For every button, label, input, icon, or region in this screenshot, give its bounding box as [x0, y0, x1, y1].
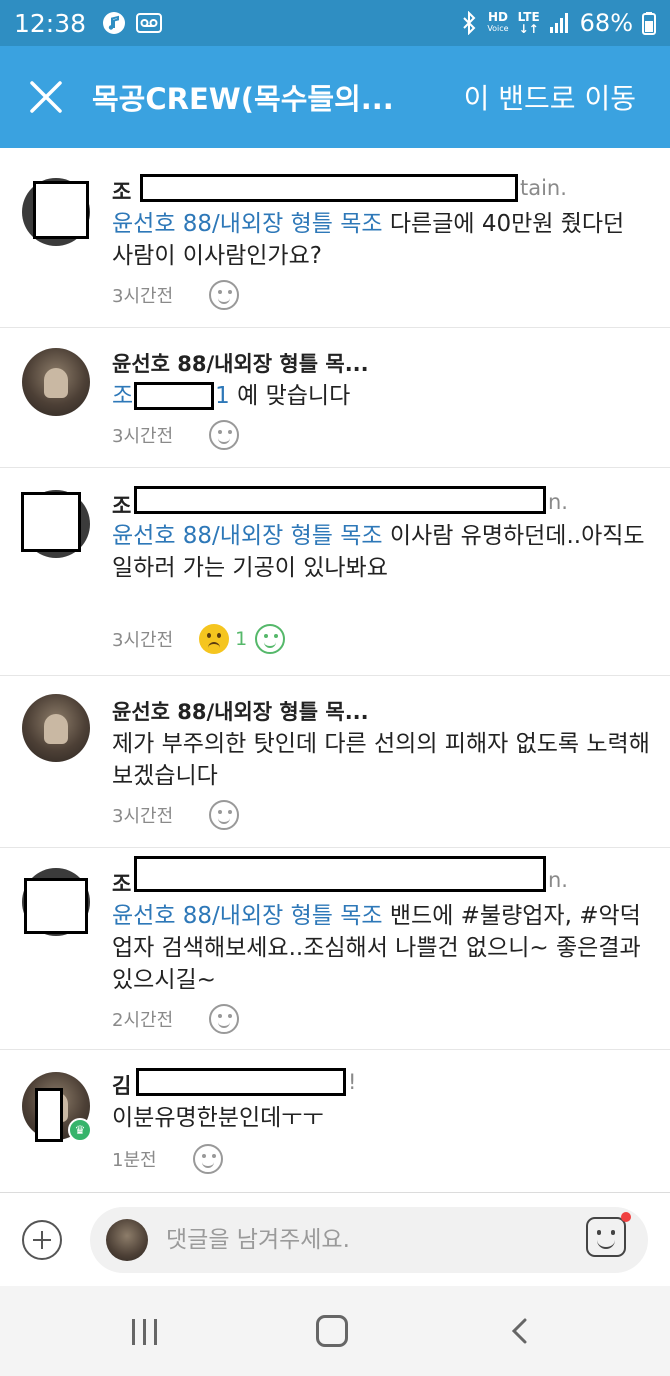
commenter-avatar[interactable]: [22, 694, 90, 762]
battery-icon: [642, 12, 656, 35]
smile-icon[interactable]: [255, 624, 286, 654]
signal-icon: [549, 13, 568, 33]
avatar-redaction: [35, 1088, 63, 1142]
comment-item: ♛ 김 ! 이분유명한분인데ㅜㅜ 1분전: [0, 1050, 670, 1192]
avatar-redaction: [24, 878, 88, 934]
crown-badge-icon: ♛: [68, 1118, 92, 1142]
system-nav-bar: [0, 1286, 670, 1376]
reaction-count[interactable]: 1: [235, 628, 247, 650]
smile-icon[interactable]: [209, 1004, 240, 1034]
comment-input[interactable]: [166, 1219, 556, 1261]
back-icon[interactable]: [510, 1318, 530, 1344]
close-button[interactable]: [0, 46, 92, 148]
comment-meta: 3시간전: [112, 800, 240, 830]
comment-composer: [0, 1192, 670, 1286]
avatar-figure: [44, 368, 68, 398]
music-note-icon: [103, 12, 126, 34]
my-avatar: [106, 1219, 148, 1261]
comment-text: 예 맞습니다: [229, 383, 351, 409]
lte-indicator: LTE ↓↑: [517, 10, 540, 36]
commenter-name[interactable]: 김: [112, 1070, 131, 1100]
commenter-name-suffix: !: [348, 1070, 357, 1094]
comment-time: 3시간전: [112, 286, 174, 307]
smile-icon[interactable]: [209, 800, 240, 830]
commenter-name[interactable]: 조: [112, 176, 131, 206]
mention-link[interactable]: 조: [112, 383, 133, 409]
mention-suffix[interactable]: 1: [215, 383, 230, 409]
comment-time: 3시간전: [112, 426, 174, 447]
battery-percent: 68%: [579, 9, 633, 37]
smile-icon[interactable]: [192, 1144, 223, 1174]
comment-meta: 3시간전 1: [112, 624, 286, 654]
comment-list[interactable]: 조 tain. 윤선호 88/내외장 형틀 목조 다른글에 40만원 줬다던 사…: [0, 148, 670, 1192]
comment-item: 윤선호 88/내외장 형틀 목... 제가 부주의한 탓인데 다른 선의의 피해…: [0, 676, 670, 848]
comment-item: 윤선호 88/내외장 형틀 목... 조 1 예 맞습니다 3시간전: [0, 328, 670, 468]
go-to-band-button[interactable]: 이 밴드로 이동: [464, 77, 636, 117]
commenter-name-suffix: n.: [548, 868, 568, 892]
sticker-icon[interactable]: [586, 1212, 631, 1257]
comment-time: 3시간전: [112, 806, 174, 827]
name-redaction: [134, 856, 546, 892]
avatar-redaction: [21, 492, 81, 552]
status-notification-icons: [102, 11, 163, 35]
avatar-redaction: [33, 181, 89, 239]
band-comments-screen: 12:38 HD Voice LTE ↓↑ 68% 목공CREW(목수들의...…: [0, 0, 670, 1376]
comment-input-wrap[interactable]: [90, 1207, 648, 1273]
voicemail-icon: [136, 13, 163, 33]
comment-body: 이분유명한분인데ㅜㅜ: [112, 1102, 652, 1134]
new-dot: [621, 1212, 631, 1222]
comment-item: 조 tain. 윤선호 88/내외장 형틀 목조 다른글에 40만원 줬다던 사…: [0, 148, 670, 328]
comment-text: 이분유명한분인데ㅜㅜ: [112, 1105, 324, 1131]
comment-meta: 3시간전: [112, 420, 240, 450]
comment-item: 조 n. 윤선호 88/내외장 형틀 목조 밴드에 #불량업자, #악덕업자 검…: [0, 848, 670, 1050]
commenter-name-suffix: n.: [548, 490, 568, 514]
comment-text: 제가 부주의한 탓인데 다른 선의의 피해자 없도록 노력해보겠습니다: [112, 731, 650, 789]
commenter-name[interactable]: 조: [112, 490, 131, 520]
home-icon[interactable]: [316, 1315, 348, 1347]
comment-meta: 2시간전: [112, 1004, 240, 1034]
avatar-figure: [44, 714, 68, 744]
comment-time: 1분전: [112, 1150, 157, 1171]
mention-link[interactable]: 윤선호 88/내외장 형틀 목조: [112, 903, 383, 929]
comment-item: 조 n. 윤선호 88/내외장 형틀 목조 이사람 유명하던데..아직도 일하러…: [0, 468, 670, 676]
hd-voice-indicator: HD Voice: [487, 10, 509, 33]
close-icon: [30, 81, 62, 113]
bluetooth-icon: [463, 11, 476, 35]
mention-redaction: [134, 382, 214, 410]
mention-link[interactable]: 윤선호 88/내외장 형틀 목조: [112, 523, 383, 549]
name-redaction: [136, 1068, 346, 1096]
comment-time: 3시간전: [112, 630, 174, 651]
comment-body: 윤선호 88/내외장 형틀 목조 다른글에 40만원 줬다던 사람이 이사람인가…: [112, 208, 652, 272]
commenter-avatar[interactable]: [22, 348, 90, 416]
smile-icon[interactable]: [209, 420, 240, 450]
band-header: 목공CREW(목수들의... 이 밴드로 이동: [0, 46, 670, 148]
status-time: 12:38: [14, 8, 87, 38]
comment-meta: 3시간전: [112, 280, 240, 310]
comment-meta: 1분전: [112, 1144, 223, 1174]
smile-icon[interactable]: [209, 280, 240, 310]
mention-link[interactable]: 윤선호 88/내외장 형틀 목조: [112, 211, 383, 237]
name-redaction: [140, 174, 518, 202]
commenter-name[interactable]: 조: [112, 868, 131, 898]
comment-body: 제가 부주의한 탓인데 다른 선의의 피해자 없도록 노력해보겠습니다: [112, 728, 652, 792]
comment-time: 2시간전: [112, 1010, 174, 1031]
commenter-name[interactable]: 윤선호 88/내외장 형틀 목...: [112, 696, 369, 726]
comment-body: 윤선호 88/내외장 형틀 목조 밴드에 #불량업자, #악덕업자 검색해보세요…: [112, 900, 652, 996]
status-system-icons: HD Voice LTE ↓↑ 68%: [460, 9, 656, 37]
recent-apps-icon[interactable]: [130, 1319, 160, 1345]
status-bar: 12:38 HD Voice LTE ↓↑ 68%: [0, 0, 670, 46]
plus-icon[interactable]: [22, 1220, 62, 1260]
sad-face-icon[interactable]: [199, 624, 230, 654]
commenter-name-suffix: tain.: [520, 176, 567, 200]
comment-body: 윤선호 88/내외장 형틀 목조 이사람 유명하던데..아직도 일하러 가는 기…: [112, 520, 652, 584]
name-redaction: [134, 486, 546, 514]
band-title: 목공CREW(목수들의...: [92, 82, 394, 116]
commenter-name[interactable]: 윤선호 88/내외장 형틀 목...: [112, 348, 369, 378]
